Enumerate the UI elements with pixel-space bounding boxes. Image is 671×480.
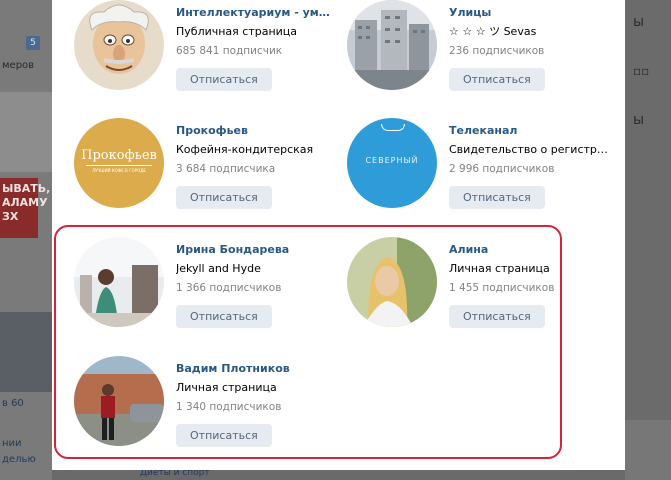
background-banner-line: ЫВАТЬ, [2, 182, 51, 195]
highlight-frame [54, 225, 562, 459]
logo-rule [86, 165, 152, 166]
logo-subtext: ЛУЧШИЙ КОФЕ В ГОРОДЕ [92, 168, 146, 173]
community-name-link[interactable]: Интеллектуариум - умный ... [176, 6, 336, 20]
card-info: Интеллектуариум - умный ... Публичная ст… [176, 6, 336, 91]
background-banner: ЫВАТЬ, АЛАМУ ЗХ [0, 178, 51, 238]
background-image [0, 312, 52, 392]
background-text: ы [633, 112, 645, 128]
background-text: нии [2, 438, 22, 449]
background-right-column: ы ▫▫ ы [625, 0, 671, 480]
card-info: Улицы ☆ ☆ ☆ ツ Sevas 236 подписчиков Отпи… [449, 6, 609, 91]
buildings-avatar[interactable] [347, 0, 437, 90]
unsubscribe-button[interactable]: Отписаться [449, 68, 545, 91]
background-banner-line: АЛАМУ [2, 196, 48, 209]
tv-avatar[interactable]: СЕВЕРНЫЙ [347, 118, 437, 208]
caricature-avatar[interactable] [74, 0, 164, 90]
unsubscribe-button[interactable]: Отписаться [176, 68, 272, 91]
background-image [625, 420, 671, 480]
community-name-link[interactable]: Улицы [449, 6, 609, 20]
background-text: в 60 [2, 398, 24, 409]
card-info: Прокофьев Кофейня-кондитерская 3 684 под… [176, 124, 336, 209]
background-banner-line: ЗХ [2, 210, 19, 223]
background-text: ы [633, 14, 645, 30]
community-name-link[interactable]: Прокофьев [176, 124, 336, 138]
subscriber-count: 2 996 подписчиков [449, 163, 555, 175]
community-type: Кофейня-кондитерская [176, 143, 314, 156]
logo-avatar[interactable]: Прокофьев ЛУЧШИЙ КОФЕ В ГОРОДЕ [74, 118, 164, 208]
subscription-card: СЕВЕРНЫЙ Телеканал Свидетельство о регис… [325, 118, 609, 218]
subscription-card: Улицы ☆ ☆ ☆ ツ Sevas 236 подписчиков Отпи… [325, 0, 605, 100]
community-type: ☆ ☆ ☆ ツ Sevas [449, 25, 537, 38]
subscription-card: Прокофьев ЛУЧШИЙ КОФЕ В ГОРОДЕ Прокофьев… [52, 118, 332, 218]
subscriber-count: 685 841 подписчик [176, 45, 283, 57]
background-bottom: Диеты и спорт [52, 468, 625, 480]
subscription-card: Интеллектуариум - умный ... Публичная ст… [52, 0, 336, 100]
community-type: Свидетельство о регистра... [449, 143, 609, 156]
background-left-column: 5 меров ЫВАТЬ, АЛАМУ ЗХ в 60 нии делью [0, 0, 52, 480]
logo-text: Прокофьев [81, 148, 157, 163]
logo-text: СЕВЕРНЫЙ [365, 156, 419, 165]
background-text: меров [2, 60, 35, 71]
subscriptions-modal: Интеллектуариум - умный ... Публичная ст… [52, 0, 625, 470]
unsubscribe-button[interactable]: Отписаться [176, 186, 272, 209]
community-type: Публичная страница [176, 25, 298, 38]
community-name-link[interactable]: Телеканал [449, 124, 609, 138]
unsubscribe-button[interactable]: Отписаться [449, 186, 545, 209]
card-info: Телеканал Свидетельство о регистра... 2 … [449, 124, 609, 209]
background-text: делью [2, 454, 36, 465]
background-image [0, 92, 52, 172]
background-icons: ▫▫ [633, 64, 650, 78]
notification-badge: 5 [26, 36, 40, 50]
tv-logo-mark [381, 124, 405, 131]
subscriber-count: 236 подписчиков [449, 45, 545, 57]
subscriber-count: 3 684 подписчика [176, 163, 276, 175]
